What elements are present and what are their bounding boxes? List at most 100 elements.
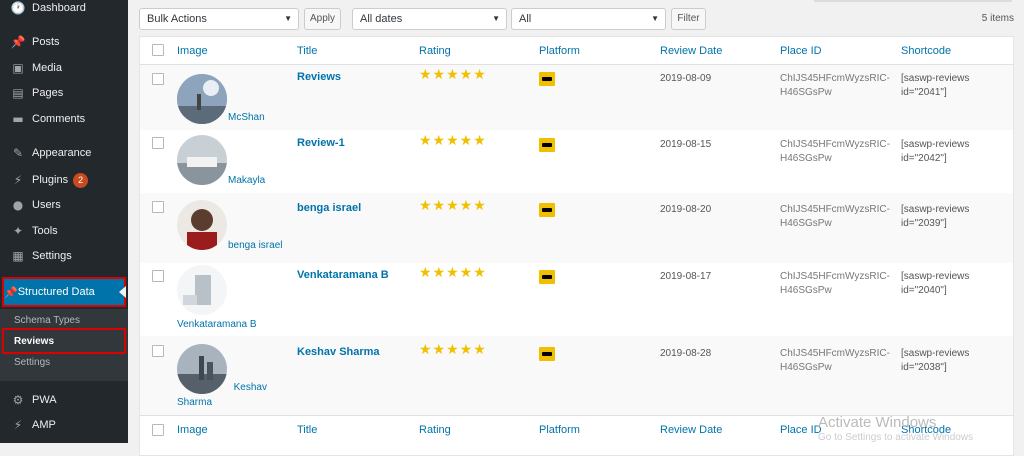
menu-plugins[interactable]: ⚡ Plugins 2 bbox=[0, 169, 128, 191]
menu-appearance[interactable]: ✎ Appearance bbox=[0, 142, 128, 164]
menu-tools[interactable]: ✦ Tools bbox=[0, 220, 128, 242]
row-checkbox[interactable] bbox=[152, 345, 164, 357]
column-rating[interactable]: Rating bbox=[419, 45, 451, 57]
platform-filter-select[interactable]: All ▼ bbox=[511, 8, 666, 30]
submenu-schema-types[interactable]: Schema Types bbox=[14, 315, 80, 326]
pin-icon: 📌 bbox=[10, 35, 26, 49]
activate-windows-subtext: Go to Settings to activate Windows bbox=[818, 432, 974, 443]
review-title-link[interactable]: Review-1 bbox=[297, 137, 345, 149]
review-date: 2019-08-15 bbox=[660, 139, 712, 150]
place-id: ChIJS45HFcmWyzsRIC- H46SGsPw bbox=[780, 73, 890, 98]
menu-dashboard[interactable]: 🕐 Dashboard bbox=[0, 0, 128, 19]
bulk-actions-select[interactable]: Bulk Actions ▼ bbox=[139, 8, 299, 30]
platform-icon bbox=[539, 72, 555, 86]
settings-icon: ▦ bbox=[12, 249, 24, 263]
avatar-name: benga israel bbox=[228, 240, 283, 251]
menu-amp[interactable]: ⚡ AMP bbox=[0, 414, 128, 436]
menu-label: Posts bbox=[32, 36, 60, 48]
menu-label: Media bbox=[32, 62, 62, 74]
column-rating[interactable]: Rating bbox=[419, 424, 451, 436]
platform-filter-value: All bbox=[519, 13, 532, 25]
column-platform[interactable]: Platform bbox=[539, 424, 580, 436]
menu-label: AMP bbox=[32, 419, 56, 431]
filter-button[interactable]: Filter bbox=[671, 8, 706, 30]
plugin-icon: ⚡ bbox=[13, 173, 23, 187]
row-checkbox[interactable] bbox=[152, 201, 164, 213]
reviews-highlight-box bbox=[2, 328, 126, 354]
review-date: 2019-08-17 bbox=[660, 271, 712, 282]
wrench-icon: ✦ bbox=[12, 224, 24, 238]
comment-icon: ▬ bbox=[12, 112, 24, 126]
avatar-name-first: Keshav bbox=[233, 382, 267, 393]
reviews-table: Image Title Rating Platform Review Date … bbox=[139, 36, 1014, 456]
row-checkbox[interactable] bbox=[152, 270, 164, 282]
shortcode: [saswp-reviews id="2042"] bbox=[901, 139, 970, 164]
date-filter-value: All dates bbox=[360, 13, 403, 25]
row-checkbox[interactable] bbox=[152, 73, 164, 85]
platform-icon bbox=[539, 203, 555, 217]
avatar bbox=[177, 135, 227, 185]
column-platform[interactable]: Platform bbox=[539, 45, 580, 57]
platform-icon bbox=[539, 270, 555, 284]
menu-structured-data[interactable]: 📌 Structured Data bbox=[2, 277, 126, 307]
select-all-checkbox[interactable] bbox=[152, 44, 164, 56]
menu-label: Comments bbox=[32, 113, 86, 125]
chevron-down-icon: ▼ bbox=[651, 14, 659, 23]
review-date: 2019-08-09 bbox=[660, 73, 712, 84]
user-icon: ● bbox=[12, 198, 24, 212]
column-title[interactable]: Title bbox=[297, 424, 317, 436]
menu-label: Structured Data bbox=[17, 286, 95, 298]
avatar bbox=[177, 265, 227, 315]
star-rating: ★★★★★ bbox=[419, 198, 487, 214]
review-title-link[interactable]: benga israel bbox=[297, 202, 361, 214]
menu-posts[interactable]: 📌 Posts bbox=[0, 31, 128, 53]
menu-label: Dashboard bbox=[32, 2, 86, 14]
column-title[interactable]: Title bbox=[297, 45, 317, 57]
dashboard-icon: 🕐 bbox=[10, 1, 26, 15]
table-row: McShan Reviews ★★★★★ 2019-08-09 ChIJS45H… bbox=[140, 65, 1013, 130]
submenu-settings[interactable]: Settings bbox=[14, 357, 50, 368]
review-date: 2019-08-20 bbox=[660, 204, 712, 215]
menu-label: Pages bbox=[32, 87, 64, 99]
star-rating: ★★★★★ bbox=[419, 265, 487, 281]
activate-windows-watermark: Activate Windows bbox=[818, 414, 937, 431]
row-checkbox[interactable] bbox=[152, 137, 164, 149]
menu-pages[interactable]: ▤ Pages bbox=[0, 82, 128, 104]
select-all-checkbox[interactable] bbox=[152, 424, 164, 436]
menu-settings[interactable]: ▦ Settings bbox=[0, 245, 128, 267]
table-row: Keshav Sharma Keshav Sharma ★★★★★ 2019-0… bbox=[140, 336, 1013, 415]
avatar bbox=[177, 200, 227, 250]
menu-comments[interactable]: ▬ Comments bbox=[0, 108, 128, 130]
menu-label: PWA bbox=[32, 394, 57, 406]
star-rating: ★★★★★ bbox=[419, 133, 487, 149]
column-place-id[interactable]: Place ID bbox=[780, 424, 822, 436]
platform-icon bbox=[539, 138, 555, 152]
column-image[interactable]: Image bbox=[177, 45, 208, 57]
review-title-link[interactable]: Venkataramana B bbox=[297, 269, 389, 281]
table-row: Makayla Review-1 ★★★★★ 2019-08-15 ChIJS4… bbox=[140, 130, 1013, 193]
plugin-update-badge: 2 bbox=[73, 172, 89, 188]
pin-icon: 📌 bbox=[4, 286, 18, 299]
column-review-date[interactable]: Review Date bbox=[660, 424, 722, 436]
column-shortcode[interactable]: Shortcode bbox=[901, 45, 951, 57]
apply-button[interactable]: Apply bbox=[304, 8, 341, 30]
menu-users[interactable]: ● Users bbox=[0, 194, 128, 216]
menu-media[interactable]: ▣ Media bbox=[0, 57, 128, 79]
review-title-link[interactable]: Keshav Sharma bbox=[297, 346, 380, 358]
review-title-link[interactable]: Reviews bbox=[297, 71, 341, 83]
avatar-name-last: Sharma bbox=[177, 397, 213, 408]
table-row: Venkataramana B Venkataramana B ★★★★★ 20… bbox=[140, 263, 1013, 336]
menu-label: Tools bbox=[32, 225, 58, 237]
avatar-name: McShan bbox=[228, 112, 265, 123]
column-place-id[interactable]: Place ID bbox=[780, 45, 822, 57]
column-review-date[interactable]: Review Date bbox=[660, 45, 722, 57]
date-filter-select[interactable]: All dates ▼ bbox=[352, 8, 507, 30]
avatar-name: Venkataramana B bbox=[177, 319, 257, 330]
table-header: Image Title Rating Platform Review Date … bbox=[140, 37, 1013, 65]
pages-icon: ▤ bbox=[12, 86, 24, 100]
column-image[interactable]: Image bbox=[177, 424, 208, 436]
active-arrow bbox=[119, 286, 126, 298]
shortcode: [saswp-reviews id="2041"] bbox=[901, 73, 970, 98]
menu-pwa[interactable]: ⚙ PWA bbox=[0, 389, 128, 411]
avatar bbox=[177, 74, 227, 124]
